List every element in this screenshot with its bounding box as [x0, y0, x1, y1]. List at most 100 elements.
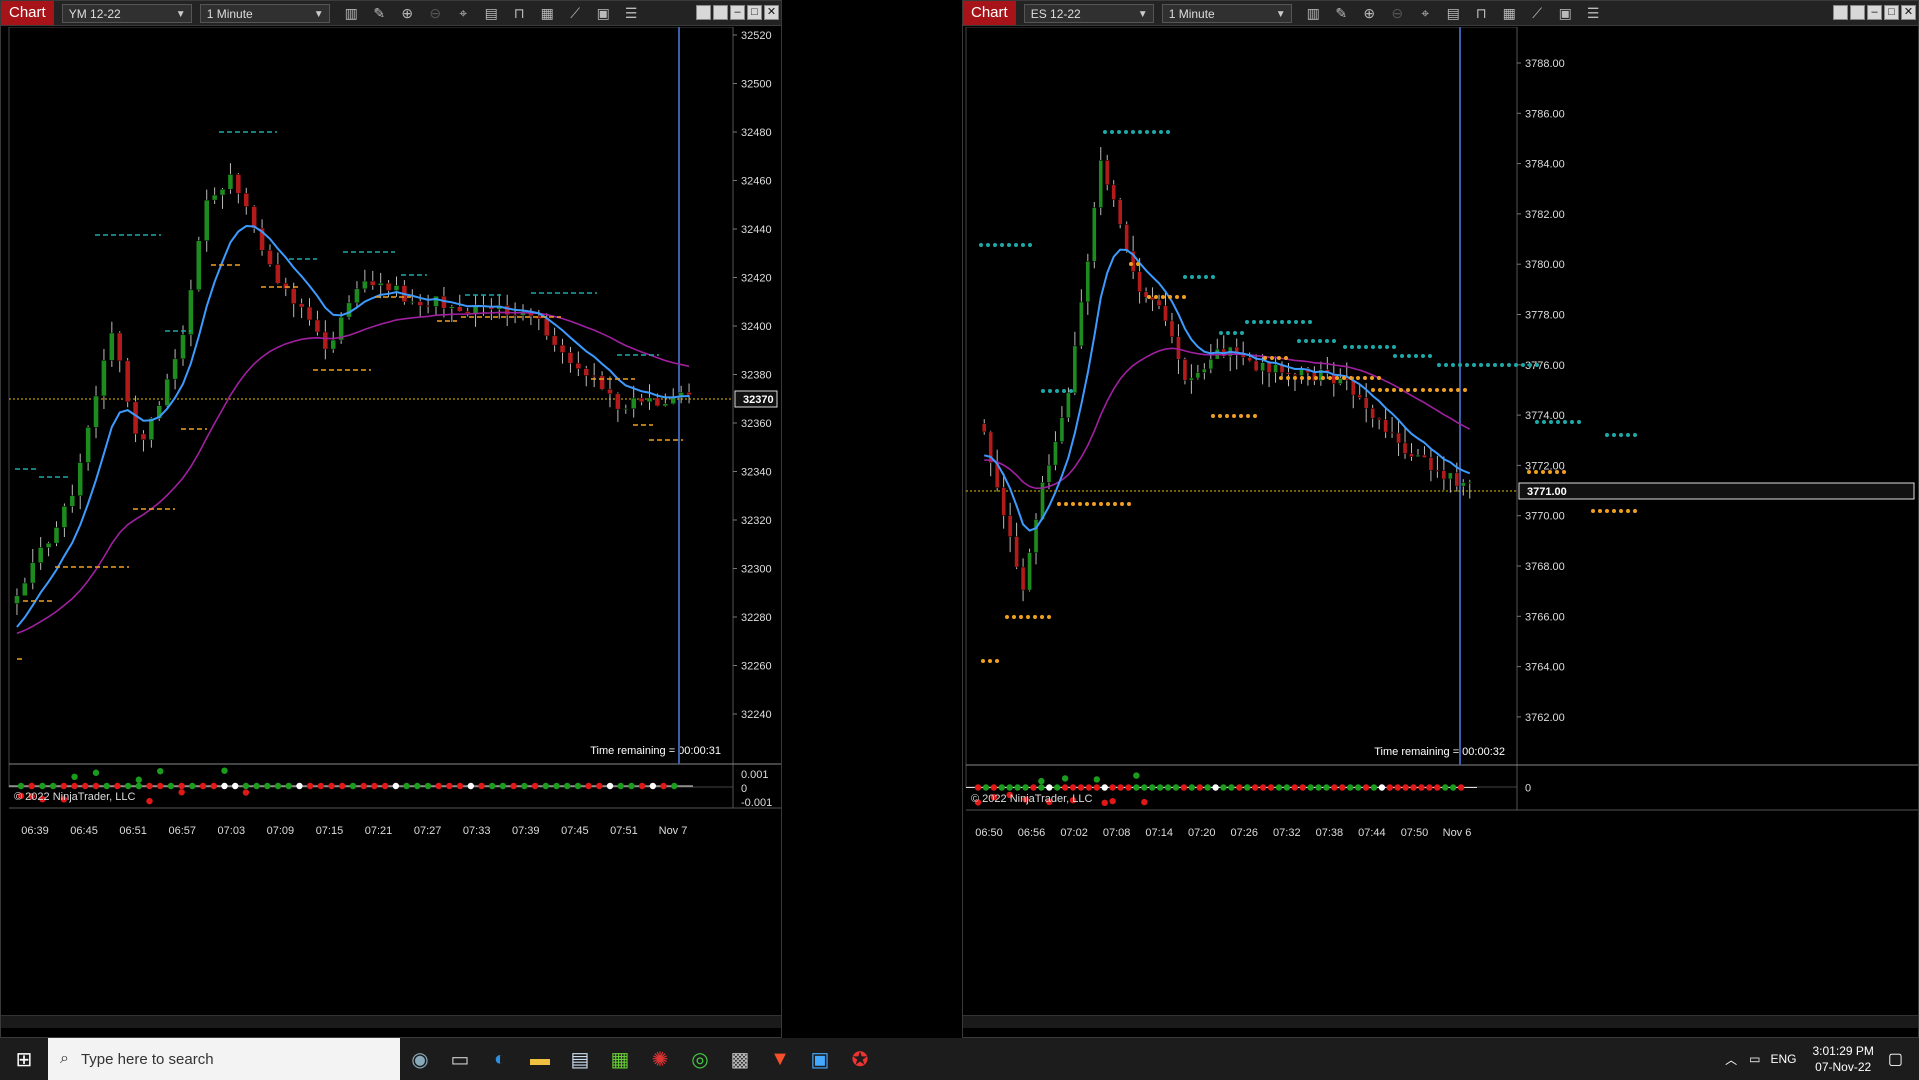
- ninjatrader-icon[interactable]: ✪: [840, 1038, 880, 1080]
- tile-icon[interactable]: [1833, 5, 1848, 20]
- indicators-icon[interactable]: ⊓: [510, 4, 529, 23]
- resistance-marker: [1308, 320, 1312, 324]
- price-panel-border: [965, 27, 1518, 788]
- chevron-up-icon[interactable]: ︿: [1725, 1051, 1737, 1068]
- spreadsheet-icon[interactable]: ▦: [600, 1038, 640, 1080]
- minimize-icon[interactable]: –: [730, 5, 745, 20]
- chart-menu-button[interactable]: Chart: [1, 1, 54, 25]
- instrument-selector[interactable]: YM 12-22 ▼: [61, 3, 192, 23]
- ema-fast-line: [16, 224, 690, 628]
- network-icon[interactable]: ▭: [1749, 1052, 1760, 1066]
- maximize-icon[interactable]: □: [747, 5, 762, 20]
- candle-body: [196, 240, 202, 291]
- support-marker: [1421, 388, 1425, 392]
- file-explorer-icon[interactable]: ▬: [520, 1038, 560, 1080]
- chrome-browser-icon[interactable]: ◎: [680, 1038, 720, 1080]
- oscillator-dot: [1394, 784, 1401, 791]
- candle-body: [623, 408, 629, 410]
- zoom-out-icon[interactable]: ⊖: [1388, 4, 1407, 23]
- oscillator-dot: [178, 782, 185, 790]
- minimize-icon[interactable]: –: [1867, 5, 1882, 20]
- support-marker: [1349, 376, 1353, 380]
- chart-trader-icon[interactable]: ⟋: [1528, 4, 1547, 23]
- crosshair-icon[interactable]: ⌖: [454, 4, 473, 23]
- zoom-in-icon[interactable]: ⊕: [398, 4, 417, 23]
- clock[interactable]: 3:01:29 PM 07-Nov-22: [1813, 1043, 1874, 1075]
- tile-alt-icon[interactable]: [1850, 5, 1865, 20]
- strategies-icon[interactable]: ▦: [538, 4, 557, 23]
- oscillator-dot: [542, 782, 549, 790]
- properties-icon[interactable]: ▣: [594, 4, 613, 23]
- candle-body: [1357, 394, 1363, 398]
- data-box-icon[interactable]: ▤: [1444, 4, 1463, 23]
- list-icon[interactable]: ☰: [622, 4, 641, 23]
- bars-type-icon[interactable]: ▥: [342, 4, 361, 23]
- horizontal-scrollbar[interactable]: [1, 1015, 781, 1028]
- draw-pencil-icon[interactable]: ✎: [370, 4, 389, 23]
- resistance-marker: [993, 243, 997, 247]
- maximize-icon[interactable]: □: [1884, 5, 1899, 20]
- crosshair-icon[interactable]: ⌖: [1416, 4, 1435, 23]
- app-red-icon[interactable]: ✺: [640, 1038, 680, 1080]
- indicators-icon[interactable]: ⊓: [1472, 4, 1491, 23]
- time-tick-label: 07:21: [365, 825, 393, 837]
- tile-alt-icon[interactable]: [713, 5, 728, 20]
- zoom-out-icon[interactable]: ⊖: [426, 4, 445, 23]
- calculator-icon[interactable]: ▩: [720, 1038, 760, 1080]
- close-icon[interactable]: ✕: [1901, 5, 1916, 20]
- draw-pencil-icon[interactable]: ✎: [1332, 4, 1351, 23]
- resistance-marker: [1556, 420, 1560, 424]
- candle-body: [1402, 442, 1408, 454]
- zoom-in-icon[interactable]: ⊕: [1360, 4, 1379, 23]
- chevron-down-icon: ▼: [1137, 8, 1148, 20]
- windows-start-icon[interactable]: ⊞: [0, 1038, 48, 1080]
- app-blue-icon[interactable]: ▣: [800, 1038, 840, 1080]
- resistance-marker: [1138, 130, 1142, 134]
- chart-trader-icon[interactable]: ⟋: [566, 4, 585, 23]
- close-icon[interactable]: ✕: [764, 5, 779, 20]
- resistance-marker: [1542, 420, 1546, 424]
- time-remaining-label: Time remaining = 00:00:32: [1374, 746, 1505, 758]
- instrument-selector[interactable]: ES 12-22 ▼: [1023, 3, 1154, 23]
- notepad-icon[interactable]: ▤: [560, 1038, 600, 1080]
- oscillator-dot: [1220, 784, 1227, 791]
- candle-body: [599, 375, 605, 390]
- interval-selector[interactable]: 1 Minute ▼: [1161, 3, 1292, 23]
- chart-window-right: Chart ES 12-22 ▼ 1 Minute ▼ ▥ ✎ ⊕ ⊖ ⌖ ▤ ⊓ …: [962, 0, 1919, 1038]
- chart-canvas-right[interactable]: 3788.00 3786.00 3784.00 3782.00 3780.00 3778.…: [963, 27, 1918, 1037]
- time-tick-label: Nov 6: [1443, 827, 1472, 839]
- support-marker: [1092, 502, 1096, 506]
- time-tick-label: 06:39: [21, 825, 49, 837]
- price-tick-label: 32320: [741, 515, 772, 527]
- tile-icon[interactable]: [696, 5, 711, 20]
- candle-body: [1266, 362, 1272, 373]
- candle-body: [1383, 419, 1388, 433]
- brave-browser-icon[interactable]: ▼: [760, 1038, 800, 1080]
- properties-icon[interactable]: ▣: [1556, 4, 1575, 23]
- support-marker: [1328, 376, 1332, 380]
- chart-menu-button[interactable]: Chart: [963, 1, 1016, 25]
- data-box-icon[interactable]: ▤: [482, 4, 501, 23]
- candle-body: [377, 282, 384, 286]
- language-indicator[interactable]: ENG: [1770, 1052, 1796, 1066]
- interval-selector[interactable]: 1 Minute ▼: [199, 3, 330, 23]
- notification-icon[interactable]: ▢: [1888, 1049, 1903, 1069]
- price-tick-label: 32300: [741, 564, 772, 576]
- oscillator-dot: [456, 782, 464, 790]
- taskbar-search-box[interactable]: ⌕ Type here to search: [48, 1038, 400, 1080]
- app-icon[interactable]: ◉: [400, 1038, 440, 1080]
- bars-type-icon[interactable]: ▥: [1304, 4, 1323, 23]
- oscillator-dot: [990, 784, 998, 791]
- oscillator-dot: [178, 789, 185, 796]
- chart-canvas-left[interactable]: 32520 32500 32480 32460 32440 32420 32400 32380…: [1, 27, 781, 1037]
- list-icon[interactable]: ☰: [1584, 4, 1603, 23]
- oscillator-dot: [360, 782, 367, 790]
- oscillator-dot: [1212, 784, 1219, 791]
- candle-body: [1337, 378, 1343, 384]
- strategies-icon[interactable]: ▦: [1500, 4, 1519, 23]
- edge-browser-icon[interactable]: ◐: [480, 1038, 520, 1080]
- terminal-icon[interactable]: ▭: [440, 1038, 480, 1080]
- horizontal-scrollbar[interactable]: [963, 1015, 1918, 1028]
- candle-body: [686, 392, 692, 396]
- oscillator-dot: [285, 782, 292, 790]
